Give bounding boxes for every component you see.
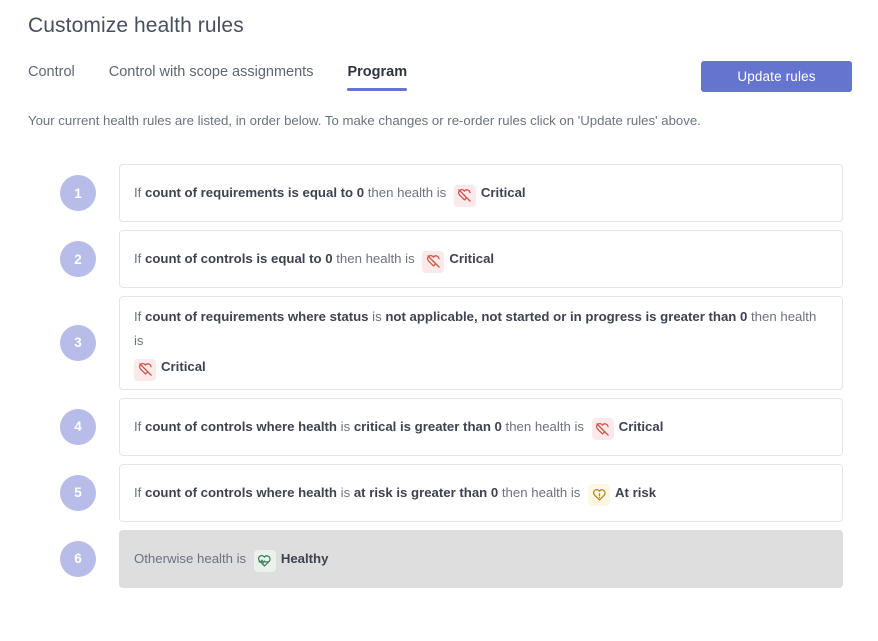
rule-row: 3 If count of requirements where status … <box>0 296 878 390</box>
rule-row: 4 If count of controls where health is c… <box>0 397 878 456</box>
rule-text: If count of controls where health is cri… <box>134 418 664 440</box>
customize-health-rules-page: Customize health rules Control Control w… <box>0 0 878 641</box>
rule-text: If count of controls is equal to 0 then … <box>134 250 495 273</box>
rules-list: 1 If count of requirements is equal to 0… <box>0 164 878 596</box>
rule-card-content: If count of controls where health is at … <box>134 470 828 516</box>
page-title: Customize health rules <box>28 14 244 37</box>
rule-prefix: If <box>134 309 145 324</box>
intro-text: Your current health rules are listed, in… <box>28 113 701 128</box>
rule-status-label: Healthy <box>280 550 329 566</box>
rule-middle: then health is <box>364 185 450 200</box>
rule-subject: count of controls where health <box>145 418 337 434</box>
rule-row: 1 If count of requirements is equal to 0… <box>0 164 878 222</box>
rule-card[interactable]: If count of controls is equal to 0 then … <box>119 230 843 288</box>
rule-prefix: If <box>134 251 145 266</box>
tab-control[interactable]: Control <box>28 62 75 91</box>
rule-subject: count of requirements is equal to 0 <box>145 185 365 200</box>
rule-condition: critical is greater than 0 <box>353 418 502 434</box>
rule-connector: is <box>368 309 386 324</box>
rule-prefix: If <box>134 484 145 500</box>
rule-condition: at risk is greater than 0 <box>353 484 499 500</box>
rule-text: If count of requirements where status is… <box>134 309 828 381</box>
rule-number-badge: 2 <box>60 241 96 277</box>
rule-row: 5 If count of controls where health is a… <box>0 463 878 522</box>
rule-middle: then health is <box>332 251 419 266</box>
rule-prefix: Otherwise health is <box>134 550 250 566</box>
rule-connector: is <box>336 418 354 434</box>
rule-card-content: If count of requirements where status is… <box>134 297 828 389</box>
rule-card-content: If count of controls is equal to 0 then … <box>134 236 828 282</box>
rule-condition: not applicable, not started or in progre… <box>385 309 748 324</box>
heart-off-icon <box>134 358 156 381</box>
rule-text: If count of requirements is equal to 0 t… <box>134 184 526 207</box>
rule-status-label: Critical <box>480 185 526 200</box>
rule-card-content: Otherwise health is Healthy <box>134 536 828 582</box>
rule-number-badge: 3 <box>60 324 96 361</box>
rule-status-line: Critical <box>134 355 828 381</box>
heart-off-icon <box>453 184 476 207</box>
rule-subject: count of requirements where status <box>145 309 369 324</box>
update-rules-button[interactable]: Update rules <box>701 61 852 92</box>
rule-card[interactable]: If count of controls where health is cri… <box>119 397 843 456</box>
rule-text: If count of controls where health is at … <box>134 484 657 506</box>
rule-row: 6 Otherwise health is Healthy <box>0 529 878 588</box>
rule-card[interactable]: If count of requirements is equal to 0 t… <box>119 164 843 222</box>
rule-status-label: Critical <box>618 418 664 434</box>
rule-number-badge: 6 <box>60 540 96 577</box>
rule-subject: count of controls is equal to 0 <box>145 251 333 266</box>
rule-card-content: If count of requirements is equal to 0 t… <box>134 170 828 216</box>
rule-middle: then health is <box>498 484 585 500</box>
rule-status-label: Critical <box>449 251 495 266</box>
rule-status-label: Critical <box>161 359 206 374</box>
tab-program[interactable]: Program <box>347 62 407 91</box>
heart-pulse-icon <box>253 550 276 572</box>
rule-number-badge: 5 <box>60 474 96 511</box>
rule-prefix: If <box>134 418 145 434</box>
rule-subject: count of controls where health <box>145 484 337 500</box>
rule-prefix: If <box>134 185 145 200</box>
rule-card[interactable]: If count of controls where health is at … <box>119 463 843 522</box>
rule-middle: then health is <box>501 418 588 434</box>
rule-row: 2 If count of controls is equal to 0 the… <box>0 230 878 288</box>
tab-control-with-scope-assignments[interactable]: Control with scope assignments <box>109 62 314 91</box>
heart-off-icon <box>591 418 614 440</box>
heart-alert-icon <box>588 484 611 506</box>
rule-card-content: If count of controls where health is cri… <box>134 404 828 450</box>
rule-connector: is <box>336 484 354 500</box>
rule-number-badge: 1 <box>60 175 96 211</box>
tab-bar: Control Control with scope assignments P… <box>28 62 407 91</box>
rule-number-badge: 4 <box>60 408 96 445</box>
rule-card-default[interactable]: Otherwise health is Healthy <box>119 529 843 588</box>
rule-text: Otherwise health is Healthy <box>134 550 329 572</box>
rule-card[interactable]: If count of requirements where status is… <box>119 296 843 390</box>
heart-off-icon <box>422 250 445 273</box>
rule-status-label: At risk <box>615 484 657 500</box>
